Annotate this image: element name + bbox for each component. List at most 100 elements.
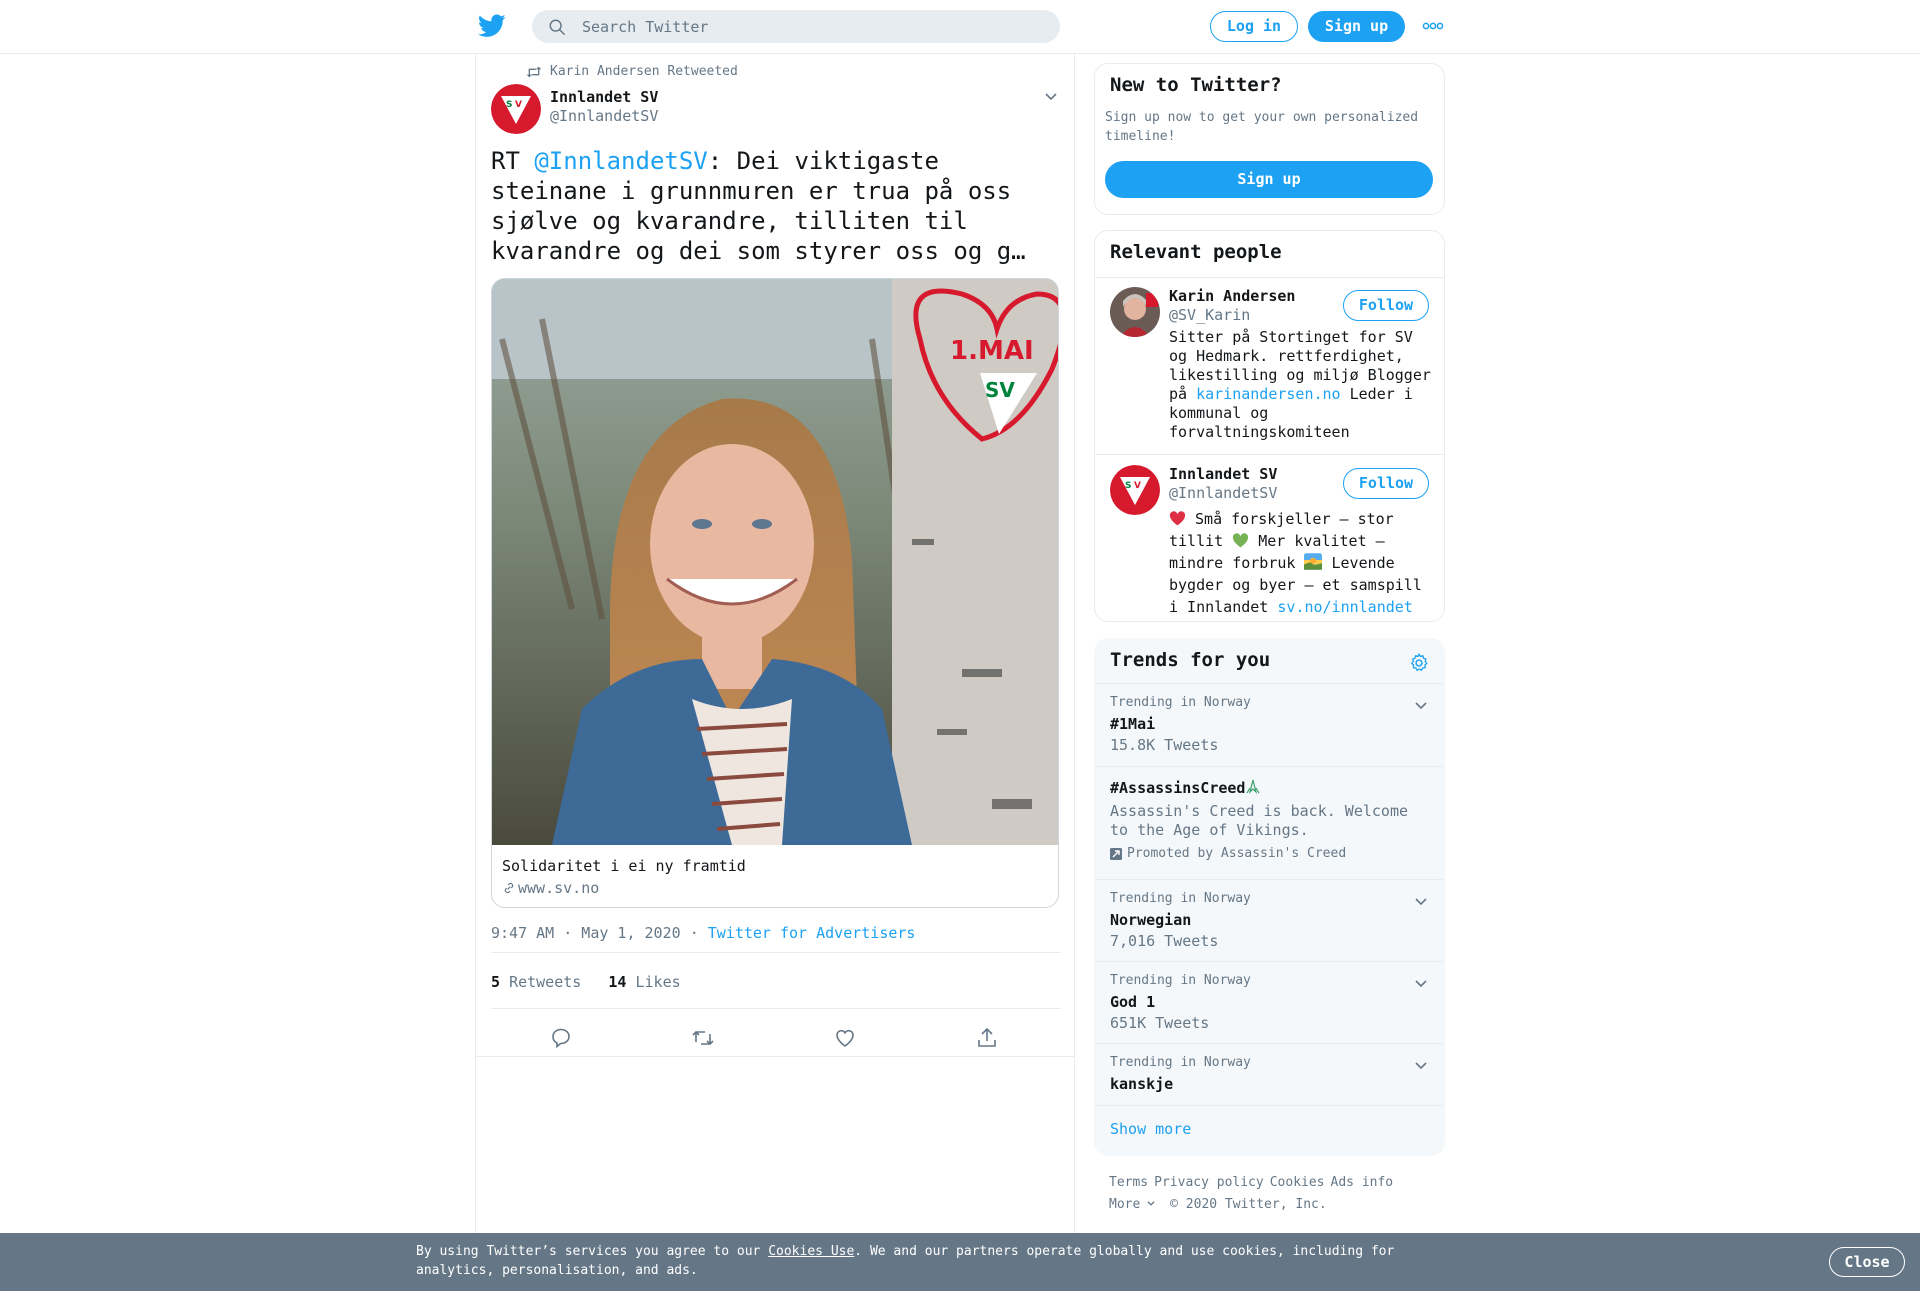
divider	[476, 1056, 1074, 1057]
twitter-bird-icon[interactable]	[478, 14, 506, 38]
tweet-timestamp[interactable]: 9:47 AM · May 1, 2020	[491, 924, 681, 942]
reply-icon[interactable]	[549, 1026, 573, 1050]
cookies-use-link[interactable]: Cookies Use	[768, 1244, 854, 1259]
search-box[interactable]	[532, 10, 1060, 43]
bio-link[interactable]: karinandersen.no	[1196, 385, 1341, 403]
retweet-small-icon	[526, 66, 542, 77]
svg-text:V: V	[515, 100, 522, 110]
tweet-detail-column: Karin Andersen Retweeted S V Innlandet S…	[475, 54, 1075, 1234]
follow-button[interactable]: Follow	[1343, 290, 1429, 321]
person-name[interactable]: Innlandet SV	[1169, 465, 1277, 483]
trend-name[interactable]: Norwegian	[1110, 911, 1191, 929]
sidebar-signup-button[interactable]: Sign up	[1105, 161, 1433, 198]
person-handle[interactable]: @SV_Karin	[1169, 306, 1250, 324]
new-to-twitter-panel: New to Twitter? Sign up now to get your …	[1094, 63, 1445, 215]
trend-name[interactable]: kanskje	[1110, 1075, 1173, 1093]
retweet-context: Karin Andersen Retweeted	[526, 64, 738, 79]
trend-name[interactable]: #1Mai	[1110, 715, 1155, 733]
trend-context: Trending in Norway	[1110, 973, 1251, 988]
retweets-count[interactable]: 5	[491, 973, 500, 991]
chevron-down-icon	[1147, 1201, 1155, 1206]
trend-name[interactable]: God 1	[1110, 993, 1155, 1011]
divider	[1095, 454, 1444, 455]
red-heart-icon	[1169, 511, 1186, 526]
link-icon	[504, 882, 514, 894]
chevron-down-icon[interactable]	[1413, 975, 1429, 991]
link-card[interactable]: 1.MAI SV Solidaritet i ei ny framtid www…	[491, 278, 1059, 908]
show-more-link[interactable]: Show more	[1110, 1120, 1191, 1138]
author-avatar[interactable]: S V	[491, 84, 541, 134]
svg-text:S: S	[1125, 481, 1131, 491]
search-input[interactable]	[582, 10, 1042, 43]
sunrise-landscape-icon	[1304, 553, 1323, 570]
footer-link-cookies[interactable]: Cookies	[1270, 1175, 1325, 1190]
author-handle[interactable]: @InnlandetSV	[550, 107, 658, 125]
person-avatar[interactable]: S V	[1110, 465, 1160, 515]
footer-link-privacy[interactable]: Privacy policy	[1154, 1175, 1264, 1190]
trend-count: 15.8K Tweets	[1110, 736, 1219, 754]
promoted-trend-item[interactable]: #AssassinsCreed Assassin's Creed is back…	[1095, 766, 1444, 879]
close-cookie-button[interactable]: Close	[1829, 1247, 1905, 1277]
mention-link[interactable]: @InnlandetSV	[534, 147, 707, 175]
promoted-icon	[1110, 847, 1122, 860]
retweet-icon[interactable]	[691, 1026, 715, 1050]
footer-link-terms[interactable]: Terms	[1109, 1175, 1148, 1190]
search-icon	[549, 19, 565, 35]
top-navigation-bar: Log in Sign up	[0, 0, 1920, 54]
trend-name[interactable]: #AssassinsCreed	[1110, 779, 1261, 797]
likes-count[interactable]: 14	[608, 973, 626, 991]
new-to-twitter-title: New to Twitter?	[1110, 74, 1282, 96]
divider	[491, 1008, 1061, 1009]
tweet-text-prefix: RT	[491, 147, 535, 175]
card-image-text-sv: SV	[985, 378, 1015, 402]
promoted-label: Promoted by Assassin's Creed	[1110, 846, 1346, 861]
trend-context: Trending in Norway	[1110, 695, 1251, 710]
chevron-down-icon[interactable]	[1413, 697, 1429, 713]
svg-text:V: V	[1134, 481, 1141, 491]
signup-button[interactable]: Sign up	[1308, 11, 1405, 42]
more-options-icon[interactable]	[1422, 20, 1444, 32]
trend-item[interactable]: Trending in Norway Norwegian 7,016 Tweet…	[1095, 879, 1444, 961]
tweet-source-link[interactable]: Twitter for Advertisers	[708, 924, 916, 942]
tweet-stats: 5 Retweets 14 Likes	[491, 973, 681, 991]
chevron-down-icon[interactable]	[1043, 88, 1059, 104]
divider	[1095, 277, 1444, 278]
share-icon[interactable]	[975, 1026, 999, 1050]
footer-more[interactable]: More	[1109, 1197, 1156, 1212]
card-domain[interactable]: www.sv.no	[502, 879, 599, 897]
trend-item[interactable]: Trending in Norway God 1 651K Tweets	[1095, 961, 1444, 1043]
trend-count: 651K Tweets	[1110, 1014, 1210, 1032]
trend-context: Trending in Norway	[1110, 891, 1251, 906]
person-name[interactable]: Karin Andersen	[1169, 287, 1295, 305]
trend-item[interactable]: Trending in Norway kanskje	[1095, 1043, 1444, 1105]
promoted-text: Promoted by Assassin's Creed	[1127, 846, 1347, 861]
trend-count: 7,016 Tweets	[1110, 932, 1219, 950]
meta-separator: ·	[689, 924, 699, 942]
author-name[interactable]: Innlandet SV	[550, 88, 658, 106]
person-avatar[interactable]	[1110, 287, 1160, 337]
retweeted-by-text[interactable]: Karin Andersen Retweeted	[550, 64, 738, 79]
footer-more-label: More	[1109, 1197, 1141, 1212]
copyright: © 2020 Twitter, Inc.	[1170, 1197, 1327, 1212]
card-title[interactable]: Solidaritet i ei ny framtid	[502, 857, 746, 875]
bio-link[interactable]: sv.no/innlandet	[1277, 598, 1412, 616]
trend-description: Assassin's Creed is back. Welcome to the…	[1110, 802, 1409, 839]
chevron-down-icon[interactable]	[1413, 893, 1429, 909]
likes-label[interactable]: Likes	[636, 973, 681, 991]
assassins-creed-emblem-icon	[1246, 779, 1260, 794]
cookie-text: By using Twitter’s services you agree to…	[416, 1242, 1416, 1280]
person-handle[interactable]: @InnlandetSV	[1169, 484, 1277, 502]
footer-link-ads-info[interactable]: Ads info	[1331, 1175, 1394, 1190]
cookie-banner: By using Twitter’s services you agree to…	[0, 1233, 1920, 1291]
trend-item[interactable]: Trending in Norway #1Mai 15.8K Tweets	[1095, 683, 1444, 766]
login-button[interactable]: Log in	[1210, 11, 1298, 42]
chevron-down-icon[interactable]	[1413, 1057, 1429, 1073]
svg-text:S: S	[506, 100, 512, 110]
new-to-twitter-text: Sign up now to get your own personalized…	[1105, 110, 1419, 144]
tweet-text: RT @InnlandetSV: Dei viktigaste steinane…	[491, 146, 1061, 266]
follow-button[interactable]: Follow	[1343, 468, 1429, 499]
relevant-people-panel: Relevant people Karin Andersen @SV_Karin…	[1094, 230, 1445, 622]
retweets-label[interactable]: Retweets	[509, 973, 581, 991]
like-icon[interactable]	[833, 1026, 857, 1050]
gear-icon[interactable]	[1408, 652, 1430, 674]
